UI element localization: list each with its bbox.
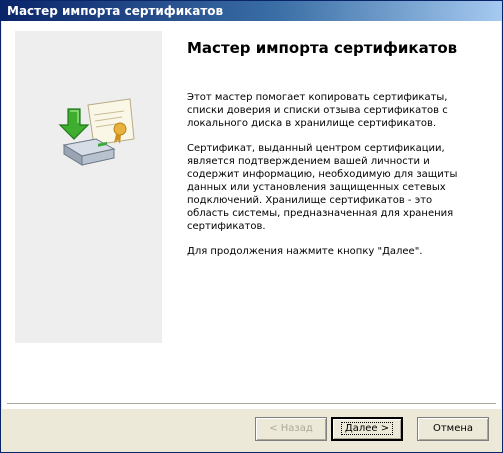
wizard-paragraph-description: Сертификат, выданный центром сертификаци…: [187, 143, 458, 232]
certificate-document: [87, 98, 135, 146]
green-import-arrow: [58, 108, 90, 140]
import-wizard-dialog: Мастер импорта сертификатов Мастер импор…: [0, 0, 503, 453]
next-button-label: Далее >: [340, 422, 394, 435]
wizard-heading: Мастер импорта сертификатов: [187, 39, 458, 57]
wizard-paragraph-intro: Этот мастер помогает копировать сертифик…: [187, 92, 448, 129]
wizard-side-panel: [15, 31, 162, 343]
disk-drive: [62, 138, 116, 166]
window-title[interactable]: Мастер импорта сертификатов: [1, 1, 502, 21]
wizard-paragraph-continue: Для продолжения нажмите кнопку "Далее".: [187, 246, 423, 257]
back-button[interactable]: < Назад: [255, 417, 327, 441]
button-separator: [7, 403, 496, 405]
next-button[interactable]: Далее >: [331, 417, 403, 441]
wizard-body: Мастер импорта сертификатов Этот мастер …: [2, 21, 501, 409]
cancel-button[interactable]: Отмена: [417, 417, 489, 441]
certificate-import-icon: [58, 98, 135, 166]
wizard-content: Мастер импорта сертификатов Этот мастер …: [187, 39, 487, 270]
